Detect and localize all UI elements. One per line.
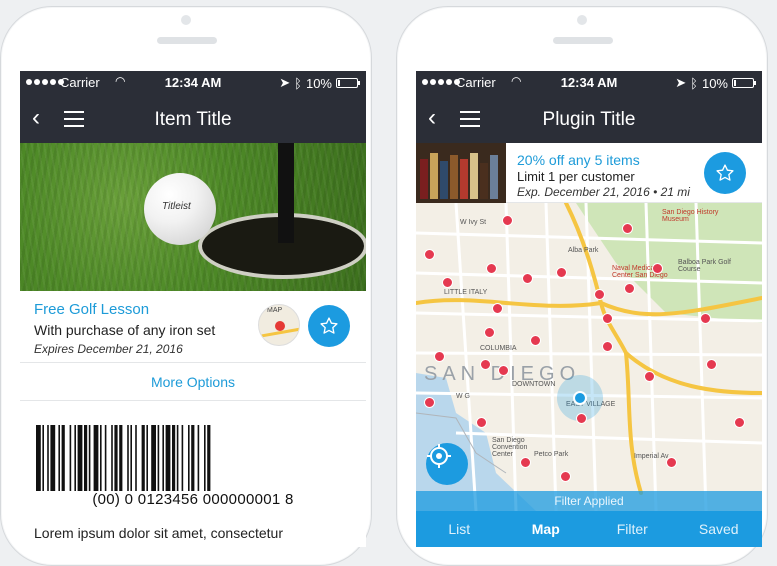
front-camera [577,15,587,25]
map-pin[interactable] [492,303,503,314]
crosshair-icon [427,444,451,468]
map-pin[interactable] [442,277,453,288]
front-camera [181,15,191,25]
location-arrow-icon: ➤ [279,75,291,90]
golf-hero-image: Titleist [20,143,366,291]
battery-icon [732,78,756,88]
deal-card[interactable]: 20% off any 5 items Limit 1 per customer… [416,143,762,203]
map-label-history-museum: San Diego History Museum [662,209,719,223]
bluetooth-icon: ᛒ [294,75,302,91]
speaker-grille [157,37,217,44]
more-options-button[interactable]: More Options [20,363,366,401]
map-label-petco-park: Petco Park [534,451,569,458]
map-label-naval-medical: Naval Medical Center San Diego [612,265,668,279]
page-title: Item Title [154,109,232,130]
map-pin[interactable] [498,365,509,376]
flag-pole [278,143,294,243]
offer-description: With purchase of any iron set [34,322,216,338]
map-label-w-g: W G [456,393,470,400]
map-pin[interactable] [666,457,677,468]
bookshelf-image [416,143,506,203]
map-label-alba-park: Alba Park [568,247,599,254]
page-title: Plugin Title [542,109,636,130]
tab-bar: List Map Filter Saved [416,511,762,547]
status-bar: Carrier ◠ 12:34 AM ➤ ᛒ 10% [416,71,762,95]
map-pin[interactable] [424,249,435,260]
map-pin[interactable] [602,341,613,352]
deal-limit: Limit 1 per customer [517,169,635,184]
phone-frame-right: Carrier ◠ 12:34 AM ➤ ᛒ 10% ‹ Plugin Titl… [396,6,768,566]
save-star-button[interactable] [308,305,350,347]
map-label-balboa-golf: Balboa Park Golf Course [678,259,731,273]
map-pin[interactable] [520,457,531,468]
map-pin[interactable] [486,263,497,274]
map-view[interactable]: SAN DIEGO W Ivy St San Diego History Mus… [416,203,762,511]
description-text-cutoff [34,542,354,547]
map-pin[interactable] [594,289,605,300]
status-bar: Carrier ◠ 12:34 AM ➤ ᛒ 10% [20,71,366,95]
offer-expiry: Expires December 21, 2016 [34,342,183,356]
nav-bar: ‹ Plugin Title [416,95,762,143]
map-pin[interactable] [476,417,487,428]
map-pin[interactable] [502,215,513,226]
bluetooth-icon: ᛒ [690,75,698,91]
map-pin-icon [275,321,285,331]
map-pin[interactable] [556,267,567,278]
deal-expiry: Exp. December 21, 2016 • 21 mi [517,185,690,199]
star-icon [716,164,734,181]
offer-card: Free Golf Lesson With purchase of any ir… [20,291,366,363]
filter-applied-banner: Filter Applied [416,491,762,511]
map-pin[interactable] [522,273,533,284]
barcode [36,425,211,491]
locate-me-button[interactable] [426,443,468,485]
nav-bar: ‹ Item Title [20,95,366,143]
description-text: Lorem ipsum dolor sit amet, consectetur [34,525,283,541]
map-label-w-ivy: W Ivy St [460,219,487,226]
tab-saved[interactable]: Saved [676,511,763,547]
map-pin[interactable] [644,371,655,382]
map-pin[interactable] [530,335,541,346]
barcode-number: (00) 0 0123456 000000001 8 [92,491,294,508]
map-pin[interactable] [480,359,491,370]
star-icon [320,317,338,334]
battery-percent: 10% [701,75,728,91]
map-pin[interactable] [484,327,495,338]
deal-title: 20% off any 5 items [517,152,640,168]
speaker-grille [553,37,613,44]
map-thumbnail-label: MAP [267,307,283,314]
map-pin[interactable] [424,397,435,408]
map-label-little-italy: LITTLE ITALY [444,289,488,296]
map-label-columbia: COLUMBIA [480,345,517,352]
map-label-downtown: DOWNTOWN [512,381,556,388]
ball-brand: Titleist [162,201,191,212]
map-pin[interactable] [602,313,613,324]
map-thumbnail[interactable]: MAP [258,304,300,346]
map-pin[interactable] [700,313,711,324]
golf-ball: Titleist [144,173,216,245]
map-pin[interactable] [560,471,571,482]
plugin-screen: Carrier ◠ 12:34 AM ➤ ᛒ 10% ‹ Plugin Titl… [416,71,762,547]
map-pin[interactable] [734,417,745,428]
map-pin[interactable] [652,263,663,274]
item-screen: Carrier ◠ 12:34 AM ➤ ᛒ 10% ‹ Item Title … [20,71,366,547]
tab-filter[interactable]: Filter [589,511,676,547]
save-star-button[interactable] [704,152,746,194]
map-label-imperial: Imperial Av [634,453,669,460]
tab-list[interactable]: List [416,511,503,547]
offer-title: Free Golf Lesson [34,301,150,318]
tab-map[interactable]: Map [503,511,590,547]
map-pin[interactable] [706,359,717,370]
battery-icon [336,78,360,88]
map-pin[interactable] [576,413,587,424]
map-pin[interactable] [624,283,635,294]
map-pin[interactable] [434,351,445,362]
phone-frame-left: Carrier ◠ 12:34 AM ➤ ᛒ 10% ‹ Item Title … [0,6,372,566]
location-arrow-icon: ➤ [675,75,687,90]
battery-percent: 10% [305,75,332,91]
map-pin[interactable] [622,223,633,234]
